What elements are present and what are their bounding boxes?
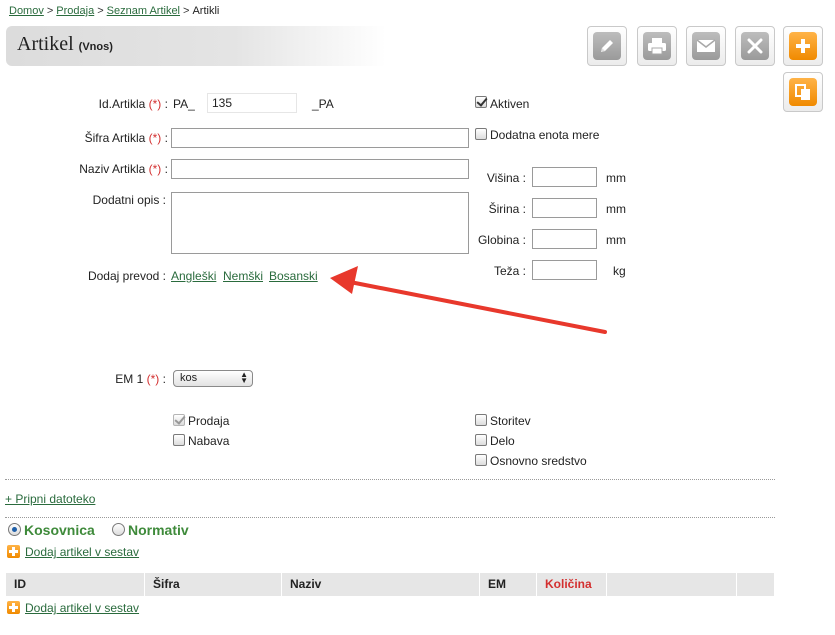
page-title-text: Artikel [17, 33, 74, 55]
add-new-button[interactable] [783, 26, 823, 66]
id-suffix: _PA [312, 97, 334, 111]
prodaja-label: Prodaja [188, 414, 230, 428]
em-label: EM 1 (*) : [115, 372, 166, 386]
column-header-kolicina: Količina [537, 573, 607, 596]
plus-icon [7, 545, 20, 558]
divider [5, 479, 775, 480]
nabava-label: Nabava [188, 434, 230, 448]
translation-link-english[interactable]: Angleški [171, 269, 216, 283]
id-artikla-input[interactable] [207, 93, 297, 113]
column-header-sifra: Šifra [145, 573, 282, 596]
translation-link-german[interactable]: Nemški [223, 269, 263, 283]
kosovnica-label: Kosovnica [24, 522, 95, 538]
sifra-artikla-input[interactable] [171, 128, 469, 148]
printer-icon [643, 32, 671, 60]
sirina-unit: mm [606, 202, 626, 216]
close-icon [741, 32, 769, 60]
breadcrumb-link-seznam-artikel[interactable]: Seznam Artikel [107, 5, 180, 17]
attach-file-link[interactable]: + Pripni datoteko [5, 492, 95, 506]
plus-icon [7, 601, 20, 614]
email-button[interactable] [686, 26, 726, 66]
envelope-icon [692, 32, 720, 60]
normativ-radio[interactable] [112, 523, 125, 536]
aktiven-checkbox[interactable] [475, 96, 487, 108]
normativ-label: Normativ [128, 522, 189, 538]
column-header-naziv: Naziv [282, 573, 480, 596]
column-header-empty-2 [737, 573, 774, 596]
dodatna-enota-checkbox[interactable] [475, 128, 487, 140]
translation-link-bosnian[interactable]: Bosanski [269, 269, 318, 283]
breadcrumb-current: Artikli [192, 5, 220, 17]
copy-icon [789, 78, 817, 106]
label-colon: : [162, 372, 166, 386]
sifra-artikla-label: Šifra Artikla (*) : [85, 131, 168, 145]
naziv-artikla-label: Naziv Artikla (*) : [79, 162, 168, 176]
globina-unit: mm [606, 233, 626, 247]
annotation-arrow [330, 266, 607, 334]
required-mark: (*) [148, 162, 162, 176]
add-article-to-assembly-link[interactable]: Dodaj artikel v sestav [25, 545, 139, 559]
select-arrows-icon: ▲ ▼ [240, 370, 248, 385]
sirina-input[interactable] [532, 198, 597, 218]
storitev-label: Storitev [490, 414, 531, 428]
page-title-bar: Artikel (Vnos) [6, 26, 386, 66]
prodaja-checkbox[interactable] [173, 414, 185, 426]
em-select[interactable]: kos ▲ ▼ [173, 370, 253, 387]
breadcrumb-separator: > [46, 5, 54, 17]
assembly-table-header: ID Šifra Naziv EM Količina [6, 573, 774, 596]
globina-input[interactable] [532, 229, 597, 249]
required-mark: (*) [148, 131, 162, 145]
storitev-checkbox[interactable] [475, 414, 487, 426]
id-prefix: PA_ [173, 97, 195, 111]
em-label-text: EM 1 [115, 372, 144, 386]
id-artikla-label-text: Id.Artikla [98, 97, 146, 111]
naziv-artikla-input[interactable] [171, 159, 469, 179]
breadcrumb-link-prodaja[interactable]: Prodaja [56, 5, 94, 17]
page-title: Artikel (Vnos) [17, 33, 113, 56]
label-colon: : [164, 131, 168, 145]
dodatni-opis-textarea[interactable] [171, 192, 469, 254]
add-article-to-assembly-link-bottom[interactable]: Dodaj artikel v sestav [25, 601, 139, 615]
sirina-label: Širina : [488, 202, 526, 216]
visina-unit: mm [606, 171, 626, 185]
delo-label: Delo [490, 434, 515, 448]
dodatni-opis-label: Dodatni opis : [92, 193, 166, 207]
column-header-empty-1 [607, 573, 737, 596]
visina-input[interactable] [532, 167, 597, 187]
breadcrumb: Domov > Prodaja > Seznam Artikel > Artikli [9, 5, 219, 17]
label-colon: : [164, 162, 168, 176]
required-mark: (*) [148, 97, 162, 111]
dodatna-enota-label: Dodatna enota mere [490, 128, 600, 142]
aktiven-label: Aktiven [490, 97, 530, 111]
print-button[interactable] [637, 26, 677, 66]
plus-icon [789, 32, 817, 60]
visina-label: Višina : [486, 171, 526, 185]
pencil-icon [593, 32, 621, 60]
breadcrumb-separator: > [97, 5, 104, 17]
breadcrumb-separator: > [183, 5, 190, 17]
osnovno-sredstvo-label: Osnovno sredstvo [490, 454, 587, 468]
dodaj-prevod-label: Dodaj prevod : [87, 269, 166, 283]
required-mark: (*) [146, 372, 160, 386]
id-artikla-label: Id.Artikla (*) : [99, 97, 168, 111]
delete-button[interactable] [735, 26, 775, 66]
column-header-em: EM [480, 573, 537, 596]
osnovno-sredstvo-checkbox[interactable] [475, 454, 487, 466]
label-colon: : [164, 97, 168, 111]
edit-button[interactable] [587, 26, 627, 66]
nabava-checkbox[interactable] [173, 434, 185, 446]
delo-checkbox[interactable] [475, 434, 487, 446]
breadcrumb-link-domov[interactable]: Domov [9, 5, 44, 17]
copy-button[interactable] [783, 72, 823, 112]
column-header-id: ID [6, 573, 145, 596]
kosovnica-radio[interactable] [8, 523, 21, 536]
divider [5, 517, 775, 518]
sifra-artikla-label-text: Šifra Artikla [84, 131, 146, 145]
naziv-artikla-label-text: Naziv Artikla [79, 162, 146, 176]
page-subtitle: (Vnos) [78, 41, 113, 53]
em-select-value: kos [180, 372, 198, 384]
globina-label: Globina : [477, 233, 526, 247]
